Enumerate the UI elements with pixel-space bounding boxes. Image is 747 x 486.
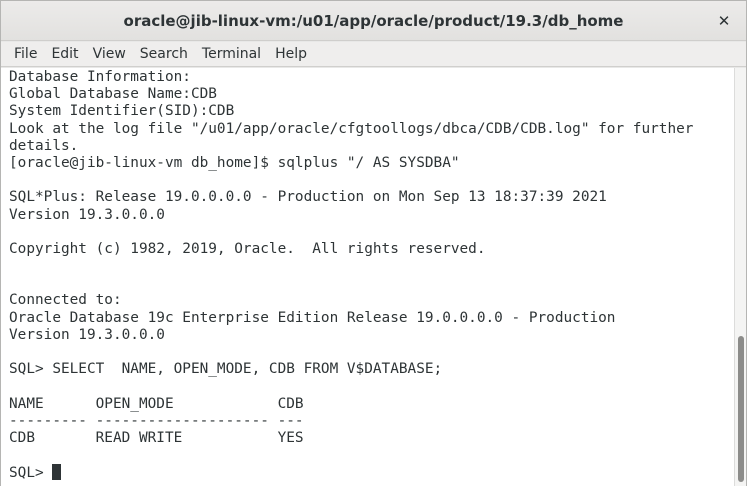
terminal-line: Copyright (c) 1982, 2019, Oracle. All ri…: [9, 240, 486, 257]
sql-prompt: SQL>: [9, 465, 53, 482]
menu-help[interactable]: Help: [268, 46, 314, 62]
terminal-line: details.: [9, 137, 79, 154]
terminal-line: Connected to:: [9, 292, 122, 309]
terminal-line: System Identifier(SID):CDB: [9, 103, 235, 120]
terminal-line: NAME OPEN_MODE CDB: [9, 395, 304, 412]
terminal-line: [oracle@jib-linux-vm db_home]$ sqlplus "…: [9, 154, 460, 171]
title-bar[interactable]: oracle@jib-linux-vm:/u01/app/oracle/prod…: [1, 1, 746, 41]
terminal-line: Database Information:: [9, 69, 191, 85]
terminal-window: oracle@jib-linux-vm:/u01/app/oracle/prod…: [0, 0, 747, 486]
prompt-line[interactable]: SQL>: [9, 464, 734, 481]
terminal-line: --------- -------------------- ---: [9, 412, 304, 429]
scrollbar[interactable]: [734, 68, 746, 486]
terminal-line: Version 19.3.0.0.0: [9, 206, 165, 223]
menu-bar: File Edit View Search Terminal Help: [1, 42, 746, 67]
terminal-output[interactable]: Database Information: Global Database Na…: [1, 68, 734, 486]
terminal-line: Global Database Name:CDB: [9, 86, 217, 103]
menu-terminal[interactable]: Terminal: [195, 46, 268, 62]
terminal-line: SQL> SELECT NAME, OPEN_MODE, CDB FROM V$…: [9, 361, 443, 378]
menu-search[interactable]: Search: [133, 46, 195, 62]
window-title: oracle@jib-linux-vm:/u01/app/oracle/prod…: [123, 12, 624, 30]
terminal-line: SQL*Plus: Release 19.0.0.0.0 - Productio…: [9, 189, 607, 206]
close-icon[interactable]: ✕: [714, 11, 734, 31]
terminal-line: CDB READ WRITE YES: [9, 429, 304, 446]
terminal-line: Oracle Database 19c Enterprise Edition R…: [9, 309, 616, 326]
menu-edit[interactable]: Edit: [44, 46, 85, 62]
menu-view[interactable]: View: [86, 46, 133, 62]
menu-file[interactable]: File: [7, 46, 44, 62]
terminal-line: Look at the log file "/u01/app/oracle/cf…: [9, 120, 694, 137]
text-cursor: [52, 464, 62, 481]
scrollbar-thumb[interactable]: [738, 336, 744, 482]
terminal-line: Version 19.3.0.0.0: [9, 326, 165, 343]
